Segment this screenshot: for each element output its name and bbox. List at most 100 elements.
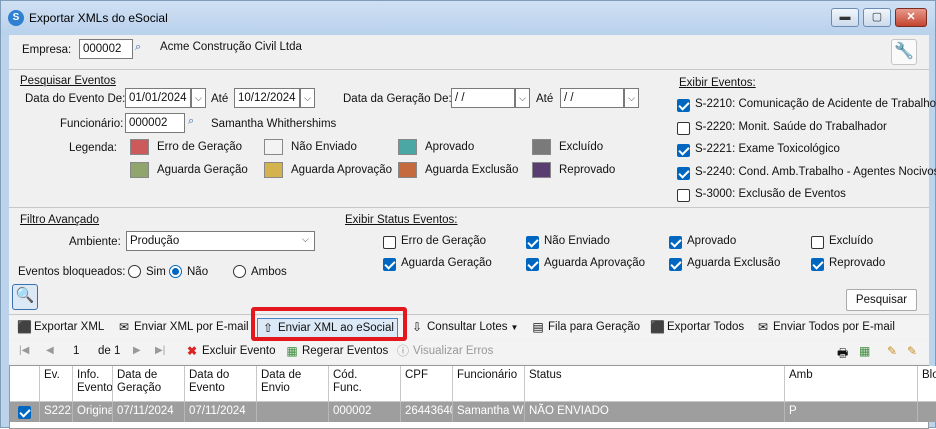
grid-cell: Original	[73, 402, 113, 422]
grid-column-header[interactable]: Funcionário	[453, 366, 525, 402]
first-page-icon[interactable]: |◀	[19, 345, 29, 356]
data-geracao-de-input[interactable]: / /	[451, 88, 515, 108]
maximize-button[interactable]: ▢	[863, 8, 891, 27]
chevron-down-icon[interactable]: ⌵	[191, 88, 206, 108]
data-geracao-ate-input[interactable]: / /	[560, 88, 624, 108]
grid-column-header[interactable]: CPF	[401, 366, 453, 402]
funcionario-label: Funcionário:	[60, 118, 124, 130]
empresa-code-input[interactable]: 000002	[79, 39, 133, 59]
legend-label: Erro de Geração	[157, 141, 243, 153]
evento-label: S-2210: Comunicação de Acidente de Traba…	[695, 98, 936, 110]
grid-column-header[interactable]: Data do Evento	[185, 366, 257, 402]
grid-cell	[257, 402, 329, 422]
magnifier-icon[interactable]: 🔍	[12, 284, 38, 310]
grid-cell: 000002	[329, 402, 401, 422]
next-page-icon[interactable]: ▶	[133, 345, 141, 356]
excel-icon[interactable]: ▦	[859, 344, 870, 358]
divider	[9, 314, 929, 315]
status-label: Aguarda Aprovação	[544, 257, 646, 269]
last-page-icon[interactable]: ▶|	[155, 345, 165, 356]
grid-column-header[interactable]: Cód. Func.	[329, 366, 401, 402]
section-title-filtro: Filtro Avançado	[20, 214, 100, 226]
export-icon: ⬛	[650, 320, 665, 334]
close-button[interactable]: ✕	[895, 8, 927, 27]
chevron-down-icon[interactable]: ⌵	[624, 88, 639, 108]
info-icon: ⓘ	[396, 344, 409, 358]
download-icon: ⇩	[411, 320, 423, 334]
enviar-email-button[interactable]: ✉ Enviar XML por E-mail	[117, 320, 249, 334]
status-checkbox[interactable]	[669, 236, 682, 249]
edit-icon[interactable]: ✎	[907, 344, 917, 358]
status-checkbox[interactable]	[811, 258, 824, 271]
regerar-eventos-button[interactable]: ▦ Regerar Eventos	[285, 344, 388, 358]
status-checkbox[interactable]	[526, 236, 539, 249]
status-label: Não Enviado	[544, 235, 610, 247]
prev-page-icon[interactable]: ◀	[46, 345, 54, 356]
minimize-button[interactable]: ▬	[831, 8, 859, 27]
grid-column-header[interactable]: Ev.	[40, 366, 73, 402]
legend-swatch	[130, 139, 149, 155]
bloqueados-radio[interactable]	[233, 265, 246, 278]
fila-geracao-label: Fila para Geração	[548, 321, 641, 333]
status-checkbox[interactable]	[383, 236, 396, 249]
data-evento-ate-input[interactable]: 10/12/2024	[234, 88, 300, 108]
queue-icon: ▤	[532, 320, 544, 334]
status-checkbox[interactable]	[383, 258, 396, 271]
grid-column-header[interactable]: Amb	[785, 366, 918, 402]
evento-checkbox[interactable]	[677, 189, 690, 202]
grid-column-header[interactable]: Data de Envio	[257, 366, 329, 402]
search-icon[interactable]: ⌕	[135, 41, 149, 55]
export-icon: ⬛	[17, 320, 32, 334]
grid-column-header[interactable]: Bloq.	[918, 366, 936, 402]
grid-column-header[interactable]: Info. Evento	[73, 366, 113, 402]
search-icon[interactable]: ⌕	[188, 115, 194, 128]
fila-geracao-button[interactable]: ▤ Fila para Geração	[531, 320, 640, 334]
grid-corner	[10, 366, 40, 402]
status-checkbox[interactable]	[526, 258, 539, 271]
legend-swatch	[398, 162, 417, 178]
delete-icon: ✖	[186, 344, 198, 358]
edit-icon[interactable]: ✎	[887, 344, 897, 358]
evento-label: S-2221: Exame Toxicológico	[695, 143, 840, 155]
page-number[interactable]: 1	[73, 345, 79, 357]
ambiente-select[interactable]: Produção	[126, 231, 315, 251]
grid-cell: 07/11/2024	[113, 402, 185, 422]
evento-checkbox[interactable]	[677, 121, 690, 135]
status-checkbox[interactable]	[811, 236, 824, 249]
funcionario-code-input[interactable]: 000002	[125, 113, 185, 133]
pesquisar-button[interactable]: Pesquisar	[846, 289, 917, 311]
chevron-down-icon[interactable]: ⌵	[515, 88, 530, 108]
grid-column-header[interactable]: Data de Geração	[113, 366, 185, 402]
data-evento-de-input[interactable]: 01/01/2024	[125, 88, 191, 108]
status-checkbox[interactable]	[669, 258, 682, 271]
exportar-todos-button[interactable]: ⬛ Exportar Todos	[650, 320, 744, 334]
evento-checkbox[interactable]	[677, 99, 690, 112]
ate-label: Até	[211, 93, 229, 105]
visualizar-erros-button[interactable]: ⓘ Visualizar Erros	[396, 344, 493, 358]
title-bar: S Exportar XMLs do eSocial ▬ ▢ ✕	[1, 1, 935, 35]
enviar-todos-email-button[interactable]: ✉ Enviar Todos por E-mail	[756, 320, 895, 334]
consultar-lotes-label: Consultar Lotes	[427, 321, 508, 333]
grid-column-header[interactable]: Status	[525, 366, 785, 402]
printer-icon[interactable]: 🖶	[837, 344, 848, 365]
row-checkbox[interactable]	[18, 406, 31, 419]
wrench-icon[interactable]: 🔧	[891, 39, 917, 65]
excluir-evento-button[interactable]: ✖ Excluir Evento	[185, 344, 276, 358]
chevron-down-icon[interactable]: ⌵	[300, 88, 315, 108]
bloqueados-label: Eventos bloqueados:	[18, 266, 126, 278]
evento-label: S-2220: Monit. Saúde do Trabalhador	[695, 120, 887, 133]
status-label: Reprovado	[829, 257, 886, 269]
enviar-email-label: Enviar XML por E-mail	[134, 321, 249, 333]
evento-checkbox[interactable]	[677, 166, 690, 180]
bloqueados-radio[interactable]	[128, 265, 141, 278]
enviar-todos-email-label: Enviar Todos por E-mail	[773, 321, 895, 333]
legend-label: Aguarda Exclusão	[425, 164, 519, 176]
excluir-evento-label: Excluir Evento	[202, 345, 276, 357]
chevron-down-icon[interactable]: ⌵	[302, 234, 309, 245]
consultar-lotes-button[interactable]: ⇩ Consultar Lotes ▼	[410, 320, 519, 334]
regenerate-icon: ▦	[286, 344, 298, 358]
exportar-xml-button[interactable]: ⬛ Exportar XML	[17, 320, 104, 334]
evento-checkbox[interactable]	[677, 144, 690, 157]
status-label: Erro de Geração	[401, 235, 487, 247]
bloqueados-radio[interactable]	[169, 265, 182, 278]
